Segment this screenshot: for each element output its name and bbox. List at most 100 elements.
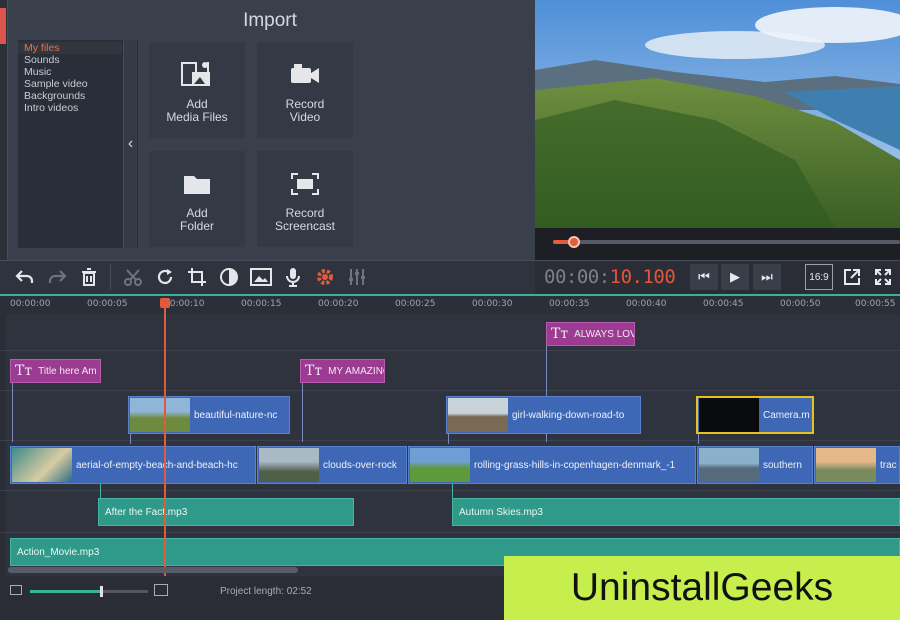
ruler-label: 00:00:10	[164, 299, 205, 309]
category-my-files[interactable]: My files	[18, 42, 122, 54]
trash-icon	[82, 268, 96, 286]
undo-button[interactable]	[10, 262, 40, 292]
redo-icon	[48, 270, 67, 283]
timeline-scrollbar[interactable]	[8, 567, 298, 573]
category-sample-video[interactable]: Sample video	[18, 78, 122, 90]
zoom-slider-handle[interactable]	[100, 586, 103, 597]
ruler-label: 00:00:55	[855, 299, 896, 309]
main-video-clip[interactable]: southern	[697, 446, 813, 484]
overlay-video-clip[interactable]: Camera.m	[696, 396, 814, 434]
clip-link-line	[100, 484, 101, 498]
clip-label: trac	[880, 459, 897, 471]
title-clip[interactable]: Tт Title here Am	[10, 359, 101, 383]
chevron-left-icon: ‹	[127, 135, 134, 152]
preview-frame	[535, 0, 900, 228]
next-frame-button[interactable]: ⏭	[753, 264, 781, 290]
rotate-button[interactable]	[150, 262, 180, 292]
collapse-panel-button[interactable]: ‹	[123, 40, 137, 248]
track-divider	[0, 390, 900, 391]
ruler-label: 00:00:25	[395, 299, 436, 309]
clip-thumbnail	[699, 448, 759, 482]
aspect-ratio-button[interactable]: 16:9	[805, 264, 833, 290]
clip-link-line	[12, 382, 13, 442]
crop-icon	[188, 268, 206, 286]
video-camera-icon	[291, 64, 319, 83]
overlay-video-clip[interactable]: beautiful-nature-nc	[128, 396, 290, 434]
main-video-clip[interactable]: clouds-over-rock	[257, 446, 407, 484]
main-video-clip[interactable]: trac	[814, 446, 900, 484]
zoom-out-icon[interactable]	[10, 585, 22, 595]
record-screencast-button[interactable]: Record Screencast	[257, 151, 353, 247]
media-files-icon	[181, 62, 210, 86]
zoom-in-icon[interactable]	[154, 584, 168, 596]
title-text-icon: Tт	[305, 363, 323, 379]
sidebar-active-indicator[interactable]	[0, 8, 6, 44]
title-clip[interactable]: Tт MY AMAZING	[300, 359, 385, 383]
play-button[interactable]: ▶	[721, 264, 749, 290]
ruler-label: 00:00:35	[549, 299, 590, 309]
timeline-area[interactable]	[0, 314, 900, 576]
timecode-prefix: 00:00:	[544, 266, 610, 288]
overlay-video-clip[interactable]: girl-walking-down-road-to	[446, 396, 641, 434]
gear-icon	[317, 269, 333, 285]
main-video-clip[interactable]: rolling-grass-hills-in-copenhagen-denmar…	[408, 446, 696, 484]
previous-frame-button[interactable]: ⏮	[690, 264, 718, 290]
track-gutter	[0, 314, 6, 576]
watermark-banner: UninstallGeeks	[504, 556, 900, 620]
clip-label: Autumn Skies.mp3	[459, 507, 543, 518]
crop-button[interactable]	[182, 262, 212, 292]
title-clip-label: ALWAYS LOVI	[574, 328, 635, 340]
clip-thumbnail	[699, 398, 759, 432]
cut-button[interactable]	[118, 262, 148, 292]
clip-label: Camera.m	[763, 409, 810, 421]
folder-icon	[184, 176, 210, 194]
add-folder-button[interactable]: Add Folder	[149, 151, 245, 247]
redo-button[interactable]	[42, 262, 72, 292]
color-adjust-icon	[220, 268, 238, 286]
category-sounds[interactable]: Sounds	[18, 54, 122, 66]
category-music[interactable]: Music	[18, 66, 122, 78]
settings-button[interactable]	[310, 262, 340, 292]
delete-button[interactable]	[74, 262, 104, 292]
timecode-display: 00:00:10.100	[544, 266, 676, 288]
clip-label: beautiful-nature-nc	[194, 409, 278, 421]
rotate-icon	[157, 269, 173, 285]
preview-scrubber-handle[interactable]	[568, 236, 580, 248]
category-intro-videos[interactable]: Intro videos	[18, 102, 122, 114]
record-video-button[interactable]: Record Video	[257, 42, 353, 138]
title-text-icon: Tт	[551, 326, 569, 342]
clip-label: rolling-grass-hills-in-copenhagen-denmar…	[474, 459, 676, 471]
image-overlay-button[interactable]	[246, 262, 276, 292]
clip-thumbnail	[816, 448, 876, 482]
preview-scrubber-track[interactable]	[553, 240, 900, 244]
clip-thumbnail	[259, 448, 319, 482]
audio-clip[interactable]: Autumn Skies.mp3	[452, 498, 900, 526]
title-clip[interactable]: Tт ALWAYS LOVI	[546, 322, 635, 346]
export-button[interactable]	[838, 264, 866, 290]
timeline-ruler[interactable]	[0, 294, 900, 314]
title-text-icon: Tт	[15, 363, 33, 379]
fullscreen-button[interactable]	[869, 264, 897, 290]
ruler-label: 00:00:20	[318, 299, 359, 309]
track-divider	[0, 350, 900, 351]
add-media-files-label: Add Media Files	[166, 97, 228, 124]
color-adjust-button[interactable]	[214, 262, 244, 292]
clip-link-line	[302, 382, 303, 442]
clip-label: After the Fact.mp3	[105, 507, 188, 518]
audio-clip[interactable]: After the Fact.mp3	[98, 498, 354, 526]
record-audio-button[interactable]	[278, 262, 308, 292]
equalizer-button[interactable]	[342, 262, 372, 292]
ruler-label: 00:00:05	[87, 299, 128, 309]
playhead[interactable]	[164, 300, 166, 576]
clip-label: southern	[763, 459, 802, 471]
import-title: Import	[243, 10, 297, 31]
project-length: Project length: 02:52	[220, 586, 312, 597]
category-backgrounds[interactable]: Backgrounds	[18, 90, 122, 102]
equalizer-icon	[349, 269, 365, 285]
microphone-icon	[286, 268, 300, 287]
next-icon: ⏭	[761, 269, 773, 284]
add-media-files-button[interactable]: Add Media Files	[149, 42, 245, 138]
record-video-label: Record Video	[285, 97, 325, 124]
ruler-label: 00:00:00	[10, 299, 51, 309]
main-video-clip[interactable]: aerial-of-empty-beach-and-beach-hc	[10, 446, 256, 484]
